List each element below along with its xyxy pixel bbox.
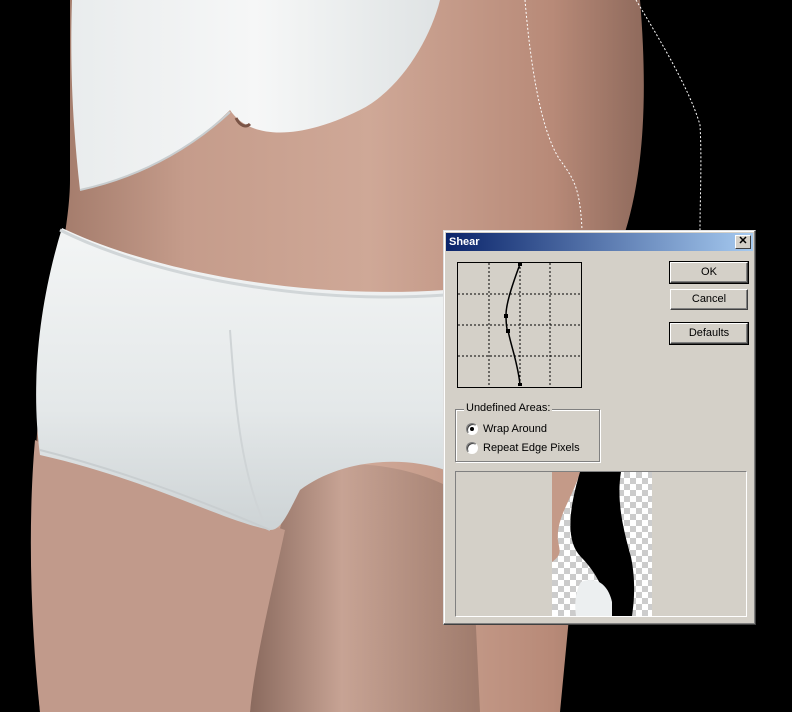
undefined-areas-group: Undefined Areas: Wrap Around Repeat Edge…: [455, 402, 600, 462]
curve-point-lower[interactable]: [506, 329, 510, 333]
defaults-button[interactable]: Defaults: [669, 322, 749, 345]
shear-curve[interactable]: [505, 263, 521, 386]
shear-curve-graph: [458, 263, 581, 387]
radio-selected-dot: [470, 427, 474, 431]
dialog-titlebar[interactable]: Shear ✕: [446, 233, 753, 251]
shear-curve-editor[interactable]: [457, 262, 582, 388]
repeat-edge-pixels-radio[interactable]: [466, 442, 478, 454]
wrap-around-label: Wrap Around: [483, 423, 548, 435]
shear-dialog: Shear ✕ OK Cancel Defaults Undefined Are: [443, 230, 756, 625]
curve-point-top[interactable]: [518, 263, 522, 266]
repeat-edge-pixels-label: Repeat Edge Pixels: [483, 442, 580, 454]
undefined-areas-legend: Undefined Areas:: [464, 402, 553, 414]
curve-grid: [458, 263, 581, 387]
wrap-around-radio[interactable]: [466, 423, 478, 435]
cancel-button[interactable]: Cancel: [670, 289, 748, 310]
close-icon: ✕: [738, 235, 748, 247]
dialog-title: Shear: [449, 236, 480, 248]
close-button[interactable]: ✕: [735, 235, 751, 249]
curve-point-bottom[interactable]: [518, 383, 522, 386]
ok-button[interactable]: OK: [669, 261, 749, 284]
curve-point-middle[interactable]: [504, 314, 508, 318]
preview-pane[interactable]: [455, 471, 747, 617]
preview-image: [456, 472, 746, 616]
